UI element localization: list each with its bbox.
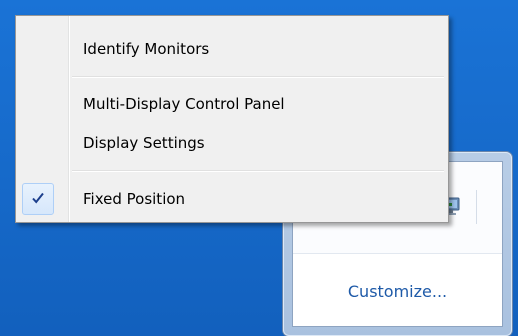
menu-item-label: Multi-Display Control Panel [83,95,285,113]
menu-item-display-settings[interactable]: Display Settings [19,127,445,157]
tray-divider [476,190,477,224]
customize-link[interactable]: Customize... [293,282,502,301]
menu-item-identify-monitors[interactable]: Identify Monitors [19,33,445,63]
context-menu: Identify Monitors Multi-Display Control … [15,15,449,223]
menu-item-multi-display-control-panel[interactable]: Multi-Display Control Panel [19,88,445,118]
menu-separator [72,170,444,172]
checkmark-icon [32,192,44,204]
flyout-divider [293,253,502,254]
menu-separator [72,76,444,78]
checkmark-box [22,183,54,215]
menu-item-fixed-position[interactable]: Fixed Position [19,183,445,215]
menu-item-label: Fixed Position [83,190,186,208]
menu-item-label: Display Settings [83,134,205,152]
menu-item-label: Identify Monitors [83,40,210,58]
